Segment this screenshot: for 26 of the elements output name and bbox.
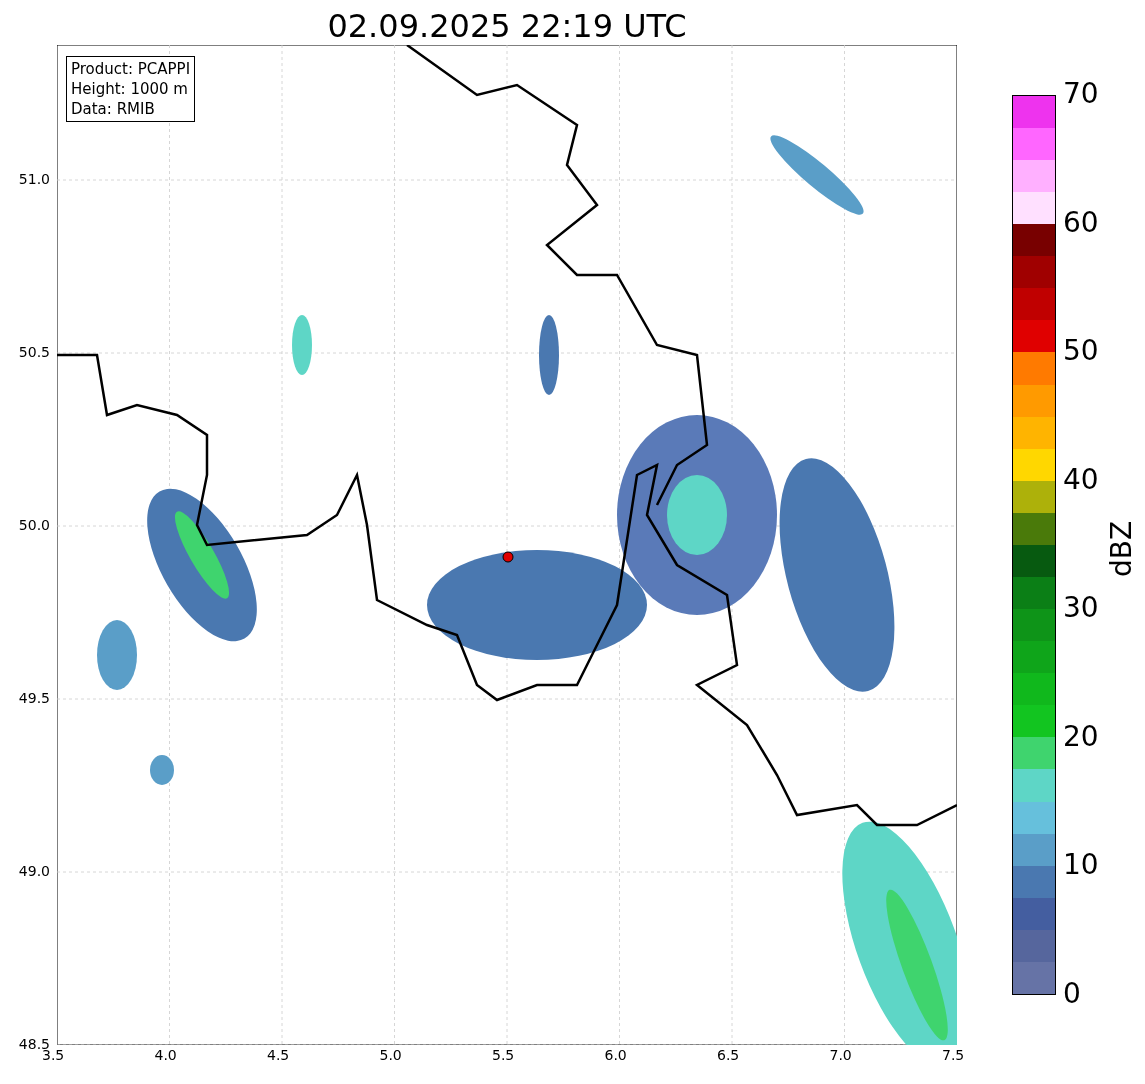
axis-tick-label: 50.0 [18, 517, 50, 533]
axis-tick-label: 5.5 [492, 1047, 515, 1063]
colorbar-tick-label: 10 [1063, 850, 1099, 881]
colorbar-tick-label: 50 [1063, 336, 1099, 367]
axis-tick-label: 50.5 [18, 344, 50, 360]
colorbar-label: dBZ [1105, 520, 1138, 577]
axis-tick-label: 7.5 [942, 1047, 965, 1063]
chart-title: 02.09.2025 22:19 UTC [327, 7, 687, 45]
colorbar-tick-label: 0 [1063, 979, 1081, 1009]
axis-tick-label: 4.5 [267, 1047, 290, 1063]
colorbar-tick-label: 40 [1063, 464, 1099, 495]
axis-tick-label: 6.5 [717, 1047, 740, 1063]
colorbar-tick-label: 20 [1063, 721, 1099, 752]
axis-tick-label: 49.5 [18, 690, 50, 706]
info-text: Product: PCAPPI [71, 59, 191, 79]
colorbar-tick-label: 70 [1063, 79, 1099, 109]
info-text: Data: RMIB [71, 99, 156, 119]
axis-tick-label: 51.0 [18, 171, 50, 187]
axis-tick-label: 6.0 [604, 1047, 627, 1063]
axis-tick-label: 5.0 [379, 1047, 402, 1063]
info-text: Height: 1000 m [71, 79, 189, 99]
colorbar-tick-label: 60 [1063, 207, 1099, 238]
axis-tick-label: 49.0 [18, 863, 50, 879]
colorbar-tick-label: 30 [1063, 593, 1099, 624]
axis-tick-label: 7.0 [829, 1047, 852, 1063]
axis-tick-label: 4.0 [154, 1047, 177, 1063]
